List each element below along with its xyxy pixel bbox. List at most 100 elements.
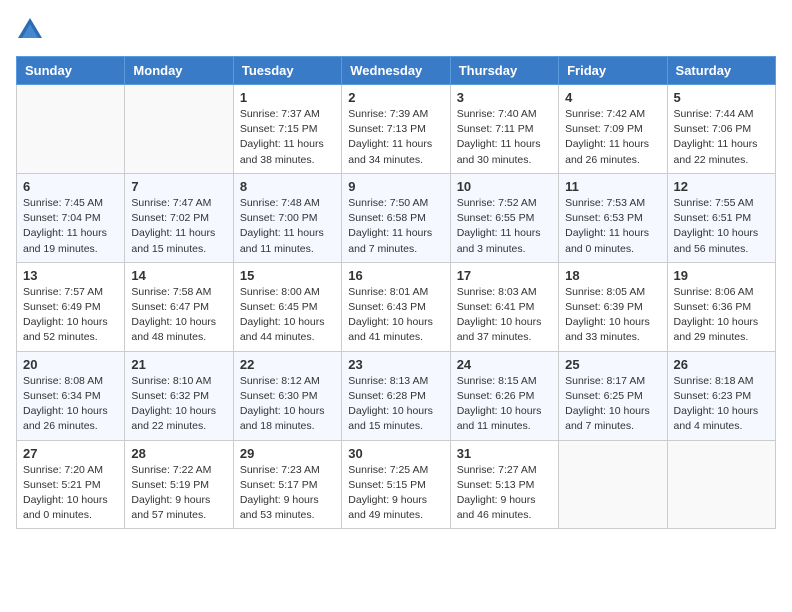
day-number: 2 [348, 90, 443, 105]
calendar-cell: 18 Sunrise: 8:05 AM Sunset: 6:39 PM Dayli… [559, 262, 667, 351]
day-info: Sunrise: 7:40 AM Sunset: 7:11 PM Dayligh… [457, 107, 552, 168]
calendar-cell: 6 Sunrise: 7:45 AM Sunset: 7:04 PM Daylig… [17, 173, 125, 262]
day-info: Sunrise: 7:55 AM Sunset: 6:51 PM Dayligh… [674, 196, 769, 257]
day-info: Sunrise: 7:58 AM Sunset: 6:47 PM Dayligh… [131, 285, 226, 346]
calendar-cell: 8 Sunrise: 7:48 AM Sunset: 7:00 PM Daylig… [233, 173, 341, 262]
calendar-cell: 14Sunrise: 7:58 AM Sunset: 6:47 PM Dayli… [125, 262, 233, 351]
day-info: Sunrise: 8:05 AM Sunset: 6:39 PM Dayligh… [565, 285, 660, 346]
calendar-week-row: 13 Sunrise: 7:57 AM Sunset: 6:49 PM Dayli… [17, 262, 776, 351]
calendar-cell: 25Sunrise: 8:17 AM Sunset: 6:25 PM Dayli… [559, 351, 667, 440]
day-number: 3 [457, 90, 552, 105]
day-info: Sunrise: 7:57 AM Sunset: 6:49 PM Dayligh… [23, 285, 118, 346]
calendar-cell: 24 Sunrise: 8:15 AM Sunset: 6:26 PM Dayli… [450, 351, 558, 440]
calendar-cell: 20 Sunrise: 8:08 AM Sunset: 6:34 PM Dayli… [17, 351, 125, 440]
calendar-cell: 30 Sunrise: 7:25 AM Sunset: 5:15 PM Dayli… [342, 440, 450, 529]
day-number: 30 [348, 446, 443, 461]
calendar-cell: 1 Sunrise: 7:37 AM Sunset: 7:15 PM Daylig… [233, 85, 341, 174]
calendar-cell: 31 Sunrise: 7:27 AM Sunset: 5:13 PM Dayli… [450, 440, 558, 529]
calendar-cell: 7Sunrise: 7:47 AM Sunset: 7:02 PM Daylig… [125, 173, 233, 262]
col-header-wednesday: Wednesday [342, 57, 450, 85]
day-info: Sunrise: 7:50 AM Sunset: 6:58 PM Dayligh… [348, 196, 443, 257]
day-number: 27 [23, 446, 118, 461]
calendar-week-row: 1 Sunrise: 7:37 AM Sunset: 7:15 PM Daylig… [17, 85, 776, 174]
day-number: 24 [457, 357, 552, 372]
day-info: Sunrise: 7:20 AM Sunset: 5:21 PM Dayligh… [23, 463, 118, 524]
day-info: Sunrise: 7:53 AM Sunset: 6:53 PM Dayligh… [565, 196, 660, 257]
day-number: 11 [565, 179, 660, 194]
day-info: Sunrise: 7:22 AM Sunset: 5:19 PM Dayligh… [131, 463, 226, 524]
calendar-cell: 28 Sunrise: 7:22 AM Sunset: 5:19 PM Dayli… [125, 440, 233, 529]
day-info: Sunrise: 8:12 AM Sunset: 6:30 PM Dayligh… [240, 374, 335, 435]
day-number: 26 [674, 357, 769, 372]
day-number: 31 [457, 446, 552, 461]
day-info: Sunrise: 8:10 AM Sunset: 6:32 PM Dayligh… [131, 374, 226, 435]
calendar-cell: 26 Sunrise: 8:18 AM Sunset: 6:23 PM Dayli… [667, 351, 775, 440]
calendar-week-row: 27 Sunrise: 7:20 AM Sunset: 5:21 PM Dayli… [17, 440, 776, 529]
calendar-week-row: 6 Sunrise: 7:45 AM Sunset: 7:04 PM Daylig… [17, 173, 776, 262]
day-info: Sunrise: 8:15 AM Sunset: 6:26 PM Dayligh… [457, 374, 552, 435]
day-info: Sunrise: 8:17 AM Sunset: 6:25 PM Dayligh… [565, 374, 660, 435]
day-number: 21 [131, 357, 226, 372]
day-info: Sunrise: 7:45 AM Sunset: 7:04 PM Dayligh… [23, 196, 118, 257]
calendar-cell: 17Sunrise: 8:03 AM Sunset: 6:41 PM Dayli… [450, 262, 558, 351]
calendar-cell: 11 Sunrise: 7:53 AM Sunset: 6:53 PM Dayli… [559, 173, 667, 262]
day-number: 17 [457, 268, 552, 283]
calendar-header-row: SundayMondayTuesdayWednesdayThursdayFrid… [17, 57, 776, 85]
day-number: 12 [674, 179, 769, 194]
day-number: 18 [565, 268, 660, 283]
day-number: 22 [240, 357, 335, 372]
day-number: 13 [23, 268, 118, 283]
calendar-cell: 9 Sunrise: 7:50 AM Sunset: 6:58 PM Daylig… [342, 173, 450, 262]
day-info: Sunrise: 8:00 AM Sunset: 6:45 PM Dayligh… [240, 285, 335, 346]
day-info: Sunrise: 7:27 AM Sunset: 5:13 PM Dayligh… [457, 463, 552, 524]
calendar-cell: 12 Sunrise: 7:55 AM Sunset: 6:51 PM Dayli… [667, 173, 775, 262]
day-info: Sunrise: 7:42 AM Sunset: 7:09 PM Dayligh… [565, 107, 660, 168]
day-info: Sunrise: 8:18 AM Sunset: 6:23 PM Dayligh… [674, 374, 769, 435]
day-number: 16 [348, 268, 443, 283]
calendar-cell: 22 Sunrise: 8:12 AM Sunset: 6:30 PM Dayli… [233, 351, 341, 440]
calendar-cell: 4 Sunrise: 7:42 AM Sunset: 7:09 PM Daylig… [559, 85, 667, 174]
day-info: Sunrise: 8:13 AM Sunset: 6:28 PM Dayligh… [348, 374, 443, 435]
day-number: 8 [240, 179, 335, 194]
col-header-thursday: Thursday [450, 57, 558, 85]
calendar-table: SundayMondayTuesdayWednesdayThursdayFrid… [16, 56, 776, 529]
day-number: 4 [565, 90, 660, 105]
day-number: 15 [240, 268, 335, 283]
day-number: 28 [131, 446, 226, 461]
calendar-cell [559, 440, 667, 529]
day-number: 19 [674, 268, 769, 283]
calendar-cell: 27 Sunrise: 7:20 AM Sunset: 5:21 PM Dayli… [17, 440, 125, 529]
day-info: Sunrise: 7:39 AM Sunset: 7:13 PM Dayligh… [348, 107, 443, 168]
day-number: 6 [23, 179, 118, 194]
calendar-cell [667, 440, 775, 529]
day-info: Sunrise: 7:44 AM Sunset: 7:06 PM Dayligh… [674, 107, 769, 168]
col-header-monday: Monday [125, 57, 233, 85]
calendar-cell: 10Sunrise: 7:52 AM Sunset: 6:55 PM Dayli… [450, 173, 558, 262]
calendar-cell: 19 Sunrise: 8:06 AM Sunset: 6:36 PM Dayli… [667, 262, 775, 351]
day-number: 9 [348, 179, 443, 194]
day-info: Sunrise: 8:01 AM Sunset: 6:43 PM Dayligh… [348, 285, 443, 346]
calendar-cell [17, 85, 125, 174]
day-info: Sunrise: 7:47 AM Sunset: 7:02 PM Dayligh… [131, 196, 226, 257]
day-number: 1 [240, 90, 335, 105]
day-info: Sunrise: 7:37 AM Sunset: 7:15 PM Dayligh… [240, 107, 335, 168]
calendar-cell [125, 85, 233, 174]
calendar-cell: 2 Sunrise: 7:39 AM Sunset: 7:13 PM Daylig… [342, 85, 450, 174]
calendar-cell: 13 Sunrise: 7:57 AM Sunset: 6:49 PM Dayli… [17, 262, 125, 351]
day-info: Sunrise: 8:08 AM Sunset: 6:34 PM Dayligh… [23, 374, 118, 435]
day-info: Sunrise: 7:23 AM Sunset: 5:17 PM Dayligh… [240, 463, 335, 524]
day-number: 20 [23, 357, 118, 372]
calendar-week-row: 20 Sunrise: 8:08 AM Sunset: 6:34 PM Dayli… [17, 351, 776, 440]
calendar-cell: 16 Sunrise: 8:01 AM Sunset: 6:43 PM Dayli… [342, 262, 450, 351]
day-info: Sunrise: 8:06 AM Sunset: 6:36 PM Dayligh… [674, 285, 769, 346]
day-info: Sunrise: 7:25 AM Sunset: 5:15 PM Dayligh… [348, 463, 443, 524]
col-header-saturday: Saturday [667, 57, 775, 85]
logo [16, 16, 48, 44]
calendar-cell: 5Sunrise: 7:44 AM Sunset: 7:06 PM Daylig… [667, 85, 775, 174]
calendar-cell: 3 Sunrise: 7:40 AM Sunset: 7:11 PM Daylig… [450, 85, 558, 174]
calendar-cell: 21 Sunrise: 8:10 AM Sunset: 6:32 PM Dayli… [125, 351, 233, 440]
day-info: Sunrise: 7:48 AM Sunset: 7:00 PM Dayligh… [240, 196, 335, 257]
page-header [16, 16, 776, 44]
col-header-tuesday: Tuesday [233, 57, 341, 85]
calendar-cell: 29Sunrise: 7:23 AM Sunset: 5:17 PM Dayli… [233, 440, 341, 529]
